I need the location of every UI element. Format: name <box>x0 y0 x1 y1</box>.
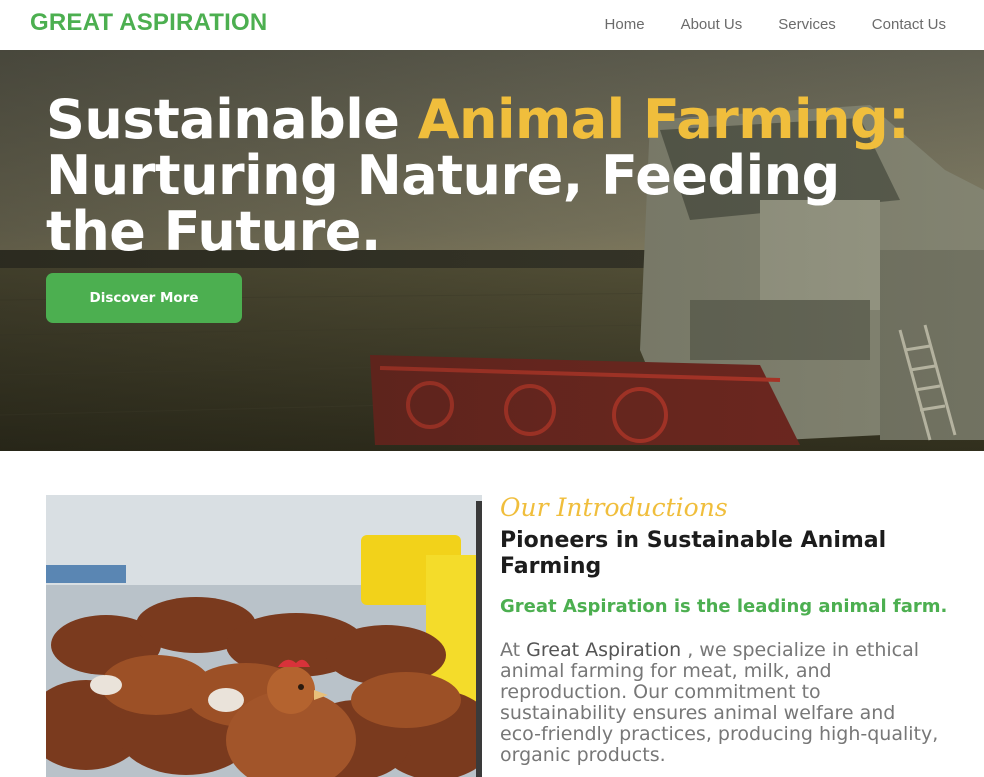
nav-link-services[interactable]: Services <box>778 16 836 33</box>
section-heading: Pioneers in Sustainable Animal Farming <box>500 528 887 579</box>
top-navigation-bar: GREAT ASPIRATION Home About Us Services … <box>0 0 984 50</box>
section-kicker: Our Introductions <box>500 493 728 522</box>
image-accent-bar <box>476 501 482 777</box>
nav-link-home[interactable]: Home <box>605 16 645 33</box>
hero-headline-highlight: Animal Farming: <box>417 88 910 151</box>
section-lead: Great Aspiration is the leading animal f… <box>500 596 948 617</box>
hero-headline: Sustainable Animal Farming: Nurturing Na… <box>46 92 946 260</box>
body-company-name: Great Aspiration <box>526 639 682 661</box>
nav-link-about-us[interactable]: About Us <box>681 16 743 33</box>
chickens-image <box>46 495 482 777</box>
body-prefix: At <box>500 639 527 661</box>
hero-headline-part2: Nurturing Nature, Feeding the Future. <box>46 144 840 263</box>
brand-logo-text[interactable]: GREAT ASPIRATION <box>30 9 267 37</box>
section-body-text: At Great Aspiration , we specialize in e… <box>500 640 940 766</box>
nav-link-contact-us[interactable]: Contact Us <box>872 16 946 33</box>
main-nav: Home About Us Services Contact Us <box>605 16 946 33</box>
chickens-photo <box>46 495 482 777</box>
discover-more-button[interactable]: Discover More <box>46 273 242 323</box>
hero-section: Sustainable Animal Farming: Nurturing Na… <box>0 50 984 451</box>
hero-headline-part1: Sustainable <box>46 88 418 151</box>
